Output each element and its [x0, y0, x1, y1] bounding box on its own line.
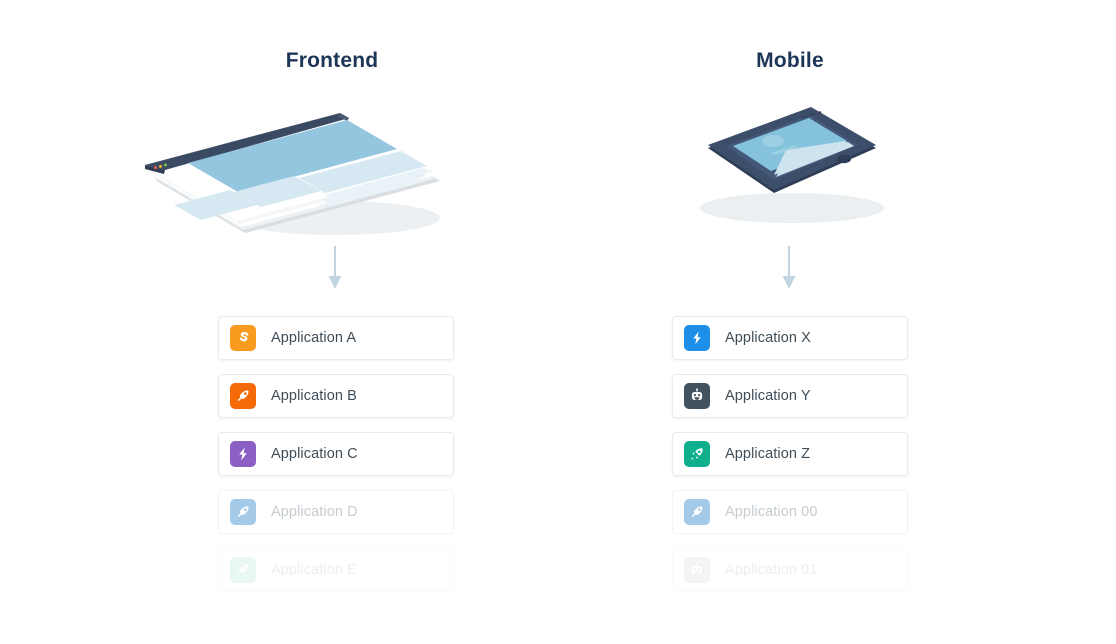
arrow-mobile: [779, 246, 799, 290]
app-card-application-e[interactable]: Application E: [218, 548, 454, 592]
app-label: Application C: [271, 446, 358, 462]
app-list-item-wrapper: Application D: [218, 490, 454, 534]
robot-icon: [684, 557, 710, 583]
app-label: Application A: [271, 330, 357, 346]
bolt-icon: [684, 325, 710, 351]
diagram-canvas: Frontend Application A Application B App…: [0, 0, 1116, 644]
app-list-item-wrapper: Application C: [218, 432, 454, 476]
app-card-application-a[interactable]: Application A: [218, 316, 454, 360]
app-card-application-d[interactable]: Application D: [218, 490, 454, 534]
app-list-item-wrapper: Application 00: [672, 490, 908, 534]
app-list-item-wrapper: Application X: [672, 316, 908, 360]
app-card-application-y[interactable]: Application Y: [672, 374, 908, 418]
column-mobile: Mobile Application X Application Y Appli…: [580, 0, 1000, 644]
app-label: Application D: [271, 504, 358, 520]
app-label: Application 00: [725, 504, 818, 520]
app-label: Application B: [271, 388, 357, 404]
app-list-item-wrapper: Application Z: [672, 432, 908, 476]
rocket-icon: [230, 557, 256, 583]
browser-window-isometric-illustration: [130, 100, 550, 250]
app-list-item-wrapper: Application 01: [672, 548, 908, 592]
rocket-icon: [230, 499, 256, 525]
app-label: Application X: [725, 330, 811, 346]
robot-icon: [684, 383, 710, 409]
app-label: Application Z: [725, 446, 811, 462]
app-list-item-wrapper: Application B: [218, 374, 454, 418]
app-card-application-b[interactable]: Application B: [218, 374, 454, 418]
arrow-frontend: [325, 246, 345, 290]
rocket-icon: [684, 441, 710, 467]
smartphone-isometric-illustration: [580, 100, 1000, 250]
app-card-application-x[interactable]: Application X: [672, 316, 908, 360]
column-title-mobile: Mobile: [756, 49, 824, 72]
app-list-item-wrapper: Application Y: [672, 374, 908, 418]
app-label: Application Y: [725, 388, 811, 404]
app-card-application-c[interactable]: Application C: [218, 432, 454, 476]
app-card-application-z[interactable]: Application Z: [672, 432, 908, 476]
app-card-application-00[interactable]: Application 00: [672, 490, 908, 534]
app-label: Application E: [271, 562, 357, 578]
app-card-application-01[interactable]: Application 01: [672, 548, 908, 592]
app-list-mobile: Application X Application Y Application …: [672, 316, 908, 606]
column-frontend: Frontend Application A Application B App…: [130, 0, 550, 644]
app-list-item-wrapper: Application A: [218, 316, 454, 360]
rocket-icon: [230, 383, 256, 409]
app-list-frontend: Application A Application B Application …: [218, 316, 454, 606]
rocket-icon: [684, 499, 710, 525]
app-list-item-wrapper: Application E: [218, 548, 454, 592]
bolt-icon: [230, 441, 256, 467]
app-label: Application 01: [725, 562, 818, 578]
column-title-frontend: Frontend: [285, 49, 379, 72]
flash-s-icon: [230, 325, 256, 351]
